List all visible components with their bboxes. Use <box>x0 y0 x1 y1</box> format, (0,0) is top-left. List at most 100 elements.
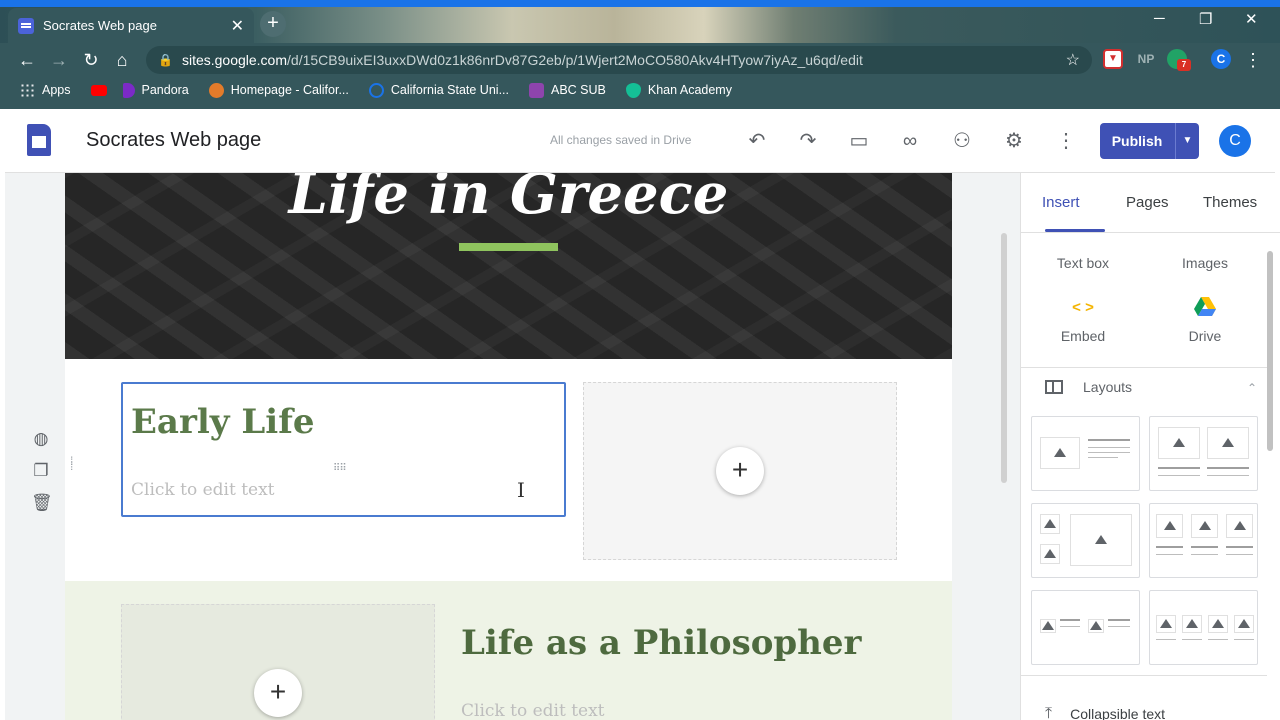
duplicate-section-icon[interactable]: ❐ <box>31 461 51 481</box>
layout-line <box>1234 639 1254 640</box>
selected-text-box[interactable]: Early Life ⠿⠿ Click to edit text I <box>121 382 566 517</box>
homepage-icon <box>208 82 224 98</box>
collapse-chevron-icon[interactable]: ⌃ <box>1247 381 1257 395</box>
layout-line <box>1060 626 1080 627</box>
tab-insert[interactable]: Insert <box>1042 194 1080 211</box>
home-icon[interactable]: ⌂ <box>111 49 133 71</box>
collapsible-text-icon: ⤒ <box>1045 705 1053 720</box>
browser-chrome: Socrates Web page ✕ + ─ ❐ ✕ ← → ↻ ⌂ 🔒 si… <box>0 0 1280 109</box>
page-title[interactable]: Life in Greece <box>65 173 952 227</box>
account-avatar[interactable]: C <box>1219 125 1251 157</box>
insert-collapsible-text[interactable]: ⤒ Collapsible text <box>1045 705 1165 720</box>
close-window-icon[interactable]: ✕ <box>1245 10 1258 28</box>
layout-line <box>1207 475 1249 476</box>
layout-line <box>1156 639 1176 640</box>
pocket-extension-icon[interactable]: ▼ <box>1103 49 1123 69</box>
text-placeholder[interactable]: Click to edit text <box>461 701 605 720</box>
bookmark-youtube[interactable] <box>90 84 107 96</box>
tab-close-icon[interactable]: ✕ <box>231 16 244 36</box>
canvas-scrollbar[interactable] <box>1001 233 1007 483</box>
browser-top-accent <box>0 0 1280 7</box>
browser-tab[interactable]: Socrates Web page ✕ <box>8 8 254 43</box>
address-bar[interactable]: 🔒 sites.google.com /d/15CB9uixEI3uxxDWd0… <box>146 46 1092 74</box>
section-heading[interactable]: Life as a Philosopher <box>461 623 861 663</box>
section-color-palette-icon[interactable]: ◍ <box>31 429 51 449</box>
tab-themes[interactable]: Themes <box>1203 194 1257 211</box>
section-drag-grip-icon[interactable]: ⁞ ⁞ <box>70 455 73 472</box>
google-sites-favicon-icon <box>18 17 34 34</box>
copy-link-icon[interactable]: ∞ <box>898 129 922 153</box>
settings-gear-icon[interactable]: ⚙ <box>1002 129 1026 153</box>
image-placeholder-box[interactable]: + <box>121 604 435 720</box>
site-title[interactable]: Socrates Web page <box>86 129 261 152</box>
panel-scrollbar[interactable] <box>1267 251 1273 451</box>
browser-menu-icon[interactable]: ⋮ <box>1242 49 1264 71</box>
layout-option-four-images[interactable] <box>1149 590 1258 665</box>
delete-section-trash-icon[interactable]: 🗑 <box>31 493 53 513</box>
layout-line <box>1156 554 1183 555</box>
insert-embed[interactable]: < > Embed <box>1023 297 1143 344</box>
bookmark-star-icon[interactable]: ☆ <box>1066 50 1080 70</box>
publish-button[interactable]: Publish ▼ <box>1100 123 1199 159</box>
section-heading[interactable]: Early Life <box>131 402 314 442</box>
bookmark-homepage-california[interactable]: Homepage - Califor... <box>208 82 349 98</box>
layout-image-icon <box>1070 514 1132 566</box>
bookmark-california-state[interactable]: California State Uni... <box>368 82 509 98</box>
layout-image-icon <box>1156 514 1183 538</box>
share-add-person-icon[interactable]: ⚇ <box>950 129 974 153</box>
back-arrow-icon[interactable]: ← <box>16 49 38 71</box>
forward-arrow-icon[interactable]: → <box>48 49 70 71</box>
insert-text-box[interactable]: Text box <box>1023 231 1143 271</box>
url-host: sites.google.com <box>181 52 288 68</box>
grammarly-extension-icon[interactable]: 7 <box>1167 49 1191 71</box>
add-content-button[interactable]: + <box>716 447 764 495</box>
layout-line <box>1158 475 1200 476</box>
minimize-icon[interactable]: ─ <box>1154 10 1165 27</box>
layout-image-icon <box>1156 615 1176 633</box>
profile-avatar[interactable]: C <box>1211 49 1231 69</box>
layout-line <box>1108 619 1130 621</box>
insert-drive[interactable]: Drive <box>1145 297 1265 344</box>
bookmark-abc-sub[interactable]: ABC SUB <box>528 82 606 98</box>
add-content-button[interactable]: + <box>254 669 302 717</box>
layout-option-three-images[interactable] <box>1149 503 1258 578</box>
undo-icon[interactable]: ↶ <box>745 129 769 153</box>
layout-option-two-images[interactable] <box>1149 416 1258 491</box>
drag-handle-icon[interactable]: ⠿⠿ <box>333 463 347 474</box>
redo-icon[interactable]: ↷ <box>796 129 820 153</box>
title-underline-accent <box>459 243 558 251</box>
np-extension-icon[interactable]: NP <box>1135 49 1157 69</box>
insert-images[interactable]: Images <box>1145 231 1265 271</box>
layout-option-image-text[interactable] <box>1031 416 1140 491</box>
new-tab-button[interactable]: + <box>260 11 286 37</box>
save-status: All changes saved in Drive <box>550 133 692 147</box>
layout-image-icon <box>1226 514 1253 538</box>
tab-pages[interactable]: Pages <box>1126 194 1169 211</box>
publish-options-chevron-down-icon[interactable]: ▼ <box>1175 123 1199 159</box>
apps-grid-icon <box>20 82 35 98</box>
layout-image-icon <box>1158 427 1200 459</box>
layout-option-image-grid[interactable] <box>1031 503 1140 578</box>
layout-line <box>1226 546 1253 548</box>
restore-icon[interactable]: ❐ <box>1199 10 1212 28</box>
text-placeholder[interactable]: Click to edit text <box>131 480 275 500</box>
layout-line <box>1088 447 1130 448</box>
layouts-header[interactable]: Layouts <box>1045 379 1132 395</box>
layout-image-icon <box>1040 437 1080 469</box>
layout-line <box>1088 457 1118 458</box>
google-sites-logo-icon[interactable] <box>27 124 51 156</box>
layout-option-image-text-pairs[interactable] <box>1031 590 1140 665</box>
drive-logo-svg <box>1194 297 1216 316</box>
preview-devices-icon[interactable]: ▭ <box>847 129 871 153</box>
section-early-life: Early Life ⠿⠿ Click to edit text I + <box>65 359 952 581</box>
bookmark-apps[interactable]: Apps <box>20 82 71 98</box>
panel-divider <box>1021 675 1267 676</box>
header-banner[interactable]: Life in Greece <box>65 173 952 359</box>
bookmark-pandora[interactable]: Pandora <box>122 82 189 98</box>
image-placeholder-box[interactable]: + <box>583 382 897 560</box>
publish-label: Publish <box>1111 133 1163 149</box>
bookmark-khan-academy[interactable]: Khan Academy <box>625 82 732 98</box>
layout-image-icon <box>1207 427 1249 459</box>
more-options-icon[interactable]: ⋮ <box>1054 129 1078 153</box>
reload-icon[interactable]: ↻ <box>80 49 102 71</box>
